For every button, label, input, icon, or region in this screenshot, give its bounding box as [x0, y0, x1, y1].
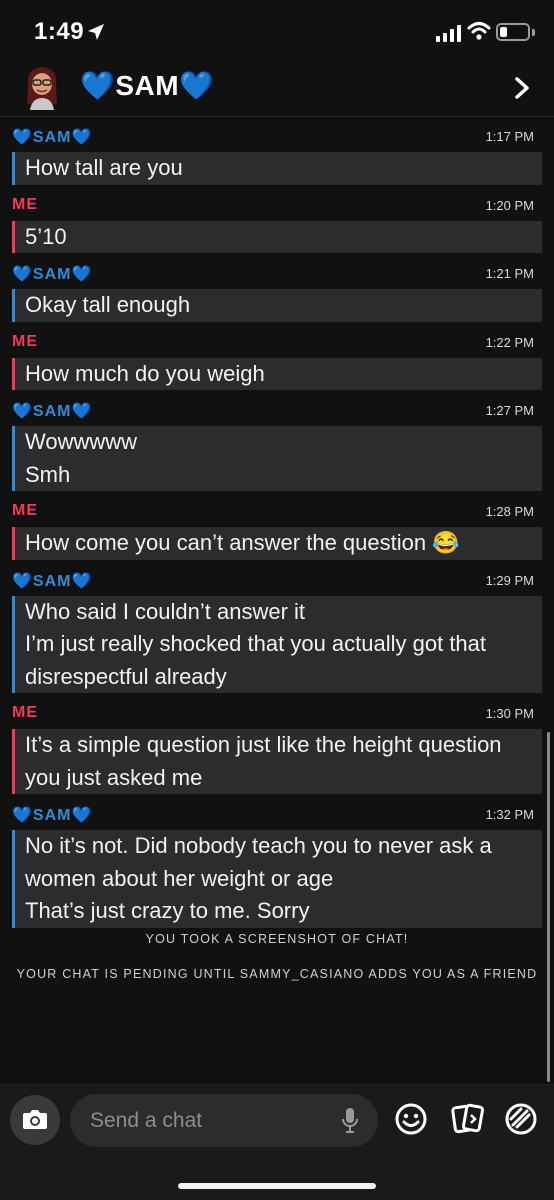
- message-text: women about her weight or age: [25, 865, 334, 891]
- contact-name[interactable]: 💙SAM💙: [80, 69, 214, 102]
- message-bubble[interactable]: It’s a simple question just like the hei…: [12, 729, 542, 794]
- wifi-icon: [467, 22, 491, 40]
- status-bar: 1:49: [0, 0, 554, 62]
- message-group: 💙SAM💙 1:32 PM No it’s not. Did nobody tea…: [0, 800, 554, 928]
- battery-icon: [496, 23, 530, 41]
- message-text: Smh: [25, 461, 71, 487]
- message-text: Who said I couldn’t answer it: [25, 598, 306, 624]
- header-divider: [0, 116, 554, 117]
- chat-input[interactable]: Send a chat: [70, 1094, 378, 1147]
- signal-icon: [436, 24, 461, 42]
- status-time: 1:49: [34, 18, 85, 45]
- message-group: ME 1:20 PM 5’10: [0, 191, 554, 260]
- location-arrow-icon: [88, 24, 104, 40]
- message-text: Okay tall enough: [25, 292, 191, 317]
- message-text: Wowwwww: [25, 429, 138, 454]
- message-text: How much do you weigh: [25, 360, 265, 386]
- timestamp: 1:28 PM: [485, 504, 534, 519]
- timestamp: 1:17 PM: [485, 129, 534, 144]
- screenshot-notice: YOU TOOK A SCREENSHOT OF CHAT!: [145, 932, 409, 946]
- timestamp: 1:32 PM: [485, 807, 534, 822]
- chat-input-placeholder: Send a chat: [90, 1109, 203, 1132]
- pending-notice: YOUR CHAT IS PENDING UNTIL SAMMY_CASIANO…: [16, 967, 538, 981]
- message-group: ME 1:22 PM How much do you weigh: [0, 328, 554, 397]
- message-text: you just asked me: [25, 764, 203, 790]
- sender-label: 💙SAM💙: [12, 807, 93, 824]
- timestamp: 1:27 PM: [485, 403, 534, 418]
- message-text: No it’s not. Did nobody teach you to nev…: [25, 833, 492, 858]
- message-text: disrespectful already: [25, 663, 227, 689]
- sender-label: 💙SAM💙: [12, 129, 93, 146]
- message-text: How come you can’t answer the question 😂: [25, 530, 460, 555]
- sender-label: 💙SAM💙: [12, 403, 93, 420]
- camera-icon: [23, 1110, 47, 1129]
- message-group: ME 1:28 PM How come you can’t answer the …: [0, 497, 554, 566]
- message-list[interactable]: 💙SAM💙 1:17 PM How tall are you ME 1:20 PM …: [0, 122, 554, 928]
- timestamp: 1:20 PM: [485, 197, 534, 213]
- message-group: 💙SAM💙 1:17 PM How tall are you: [0, 122, 554, 191]
- sticker-cards-icon[interactable]: [450, 1101, 486, 1137]
- sender-label: 💙SAM💙: [12, 572, 93, 590]
- sender-label: 💙SAM💙: [12, 266, 93, 283]
- message-bubble[interactable]: No it’s not. Did nobody teach you to nev…: [12, 830, 542, 928]
- timestamp: 1:29 PM: [485, 572, 534, 588]
- rocket-game-icon[interactable]: [503, 1101, 539, 1137]
- chevron-right-icon[interactable]: [514, 76, 530, 100]
- timestamp: 1:21 PM: [485, 266, 534, 281]
- message-text: 5’10: [25, 223, 67, 249]
- message-text: It’s a simple question just like the hei…: [25, 732, 502, 757]
- smiley-icon[interactable]: [393, 1101, 429, 1137]
- bitmoji-avatar[interactable]: [22, 64, 62, 110]
- message-text: That’s just crazy to me. Sorry: [25, 898, 310, 923]
- home-indicator[interactable]: [178, 1183, 376, 1189]
- message-text: How tall are you: [25, 155, 183, 180]
- camera-button[interactable]: [10, 1095, 60, 1145]
- message-text: I’m just really shocked that you actuall…: [25, 631, 487, 656]
- message-group: 💙SAM💙 1:29 PM Who said I couldn’t answer …: [0, 566, 554, 700]
- message-bubble[interactable]: 5’10: [12, 220, 542, 253]
- scrollbar[interactable]: [547, 732, 550, 1082]
- chat-header: 💙SAM💙: [0, 62, 554, 114]
- message-bubble[interactable]: How much do you weigh: [12, 357, 542, 390]
- composer-bar: Send a chat: [0, 1084, 554, 1200]
- message-group: ME 1:30 PM It’s a simple question just li…: [0, 699, 554, 800]
- battery-cap: [532, 29, 535, 36]
- sender-label: ME: [12, 502, 38, 519]
- message-bubble[interactable]: How tall are you: [12, 152, 542, 185]
- sender-label: ME: [12, 195, 38, 213]
- sender-label: ME: [12, 704, 38, 721]
- sender-label: ME: [12, 332, 38, 350]
- message-bubble[interactable]: Who said I couldn’t answer it I’m just r…: [12, 595, 542, 693]
- timestamp: 1:30 PM: [485, 706, 534, 721]
- message-bubble[interactable]: How come you can’t answer the question 😂: [12, 527, 542, 560]
- microphone-icon[interactable]: [340, 1106, 360, 1136]
- timestamp: 1:22 PM: [485, 334, 534, 350]
- message-group: 💙SAM💙 1:21 PM Okay tall enough: [0, 259, 554, 328]
- message-bubble[interactable]: Okay tall enough: [12, 289, 542, 322]
- message-bubble[interactable]: Wowwwww Smh: [12, 426, 542, 491]
- message-group: 💙SAM💙 1:27 PM Wowwwww Smh: [0, 396, 554, 497]
